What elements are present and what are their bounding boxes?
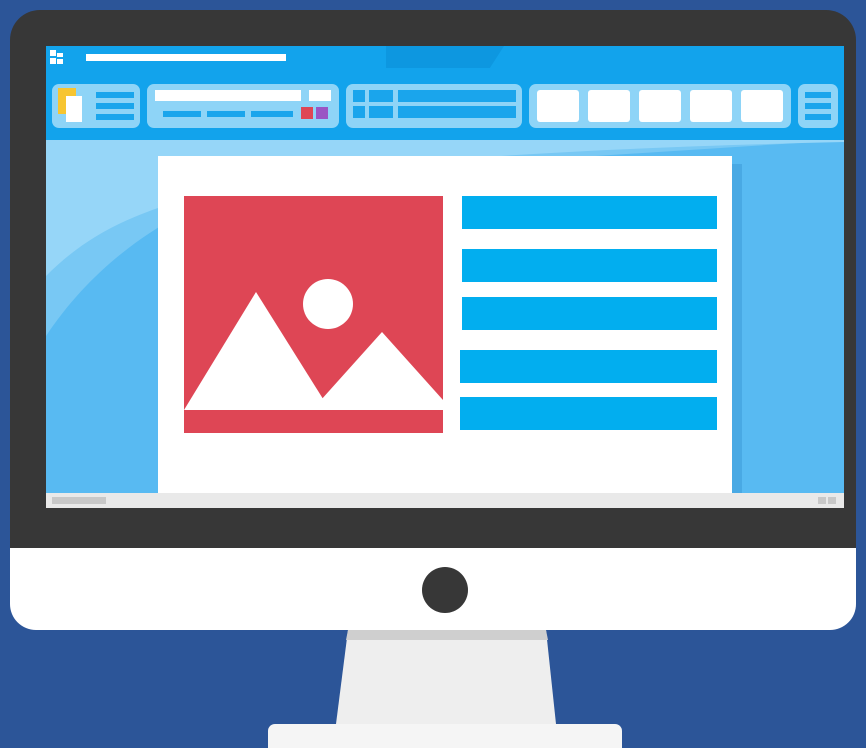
monitor-stand — [336, 630, 556, 724]
monitor-stand-base — [268, 724, 622, 748]
illustration — [0, 0, 866, 748]
